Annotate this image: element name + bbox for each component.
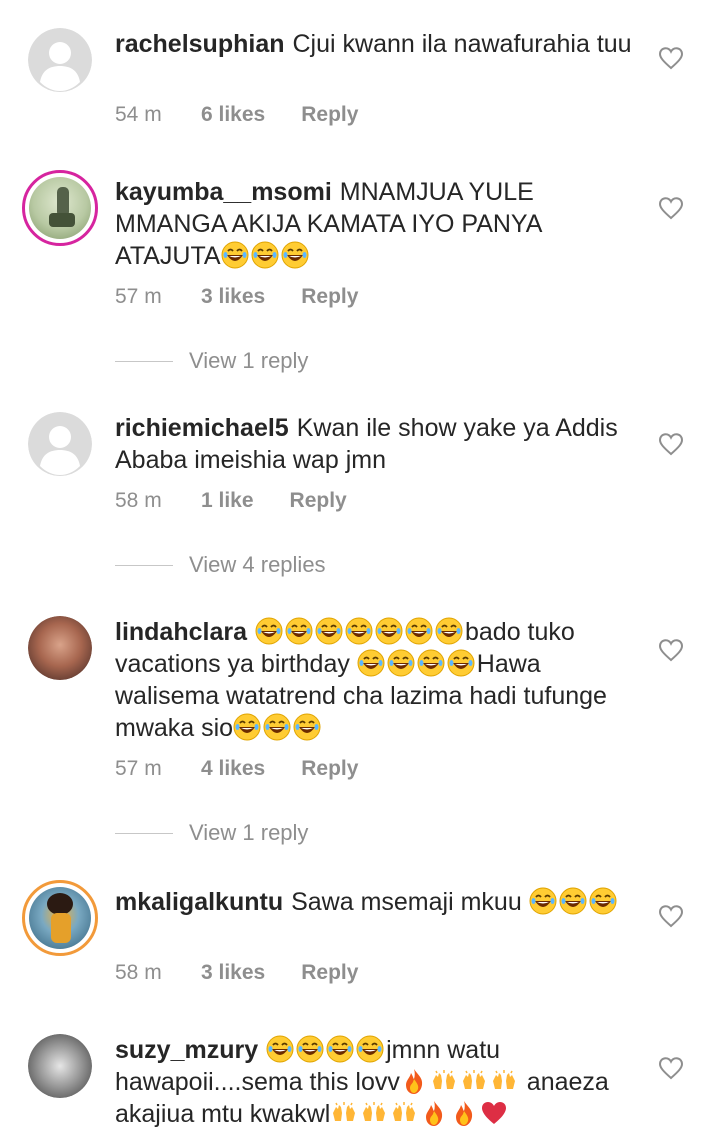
view-replies-label: View 1 reply xyxy=(189,348,309,373)
avatar[interactable] xyxy=(22,880,98,956)
comment-text: Cjui kwann ila nawafurahia tuu xyxy=(292,30,632,58)
like-heart-icon[interactable] xyxy=(658,196,684,220)
avatar-photo xyxy=(28,616,92,680)
comment-likes[interactable]: 3 likes xyxy=(201,285,265,309)
comment-username[interactable]: mkaligalkuntu xyxy=(115,888,283,916)
avatar[interactable] xyxy=(28,28,92,92)
laugh-emoji-icon xyxy=(293,713,321,741)
laugh-emoji-icon xyxy=(357,649,385,677)
laugh-emoji-icon xyxy=(559,887,587,915)
comment-body: richiemichael5 Kwan ile show yake ya Addi… xyxy=(115,412,635,476)
laugh-emoji-icon xyxy=(447,649,475,677)
reply-button[interactable]: Reply xyxy=(301,285,358,309)
laugh-emoji-icon xyxy=(281,241,309,269)
comment-time: 58 m xyxy=(115,489,162,512)
reply-button[interactable]: Reply xyxy=(301,103,358,127)
avatar[interactable] xyxy=(28,412,92,476)
fire-emoji-icon xyxy=(400,1067,428,1095)
reply-button[interactable]: Reply xyxy=(301,757,358,781)
laugh-emoji-icon xyxy=(255,617,283,645)
raising-hands-emoji-icon xyxy=(360,1099,388,1127)
default-avatar-icon xyxy=(28,28,92,92)
laugh-emoji-icon xyxy=(417,649,445,677)
raising-hands-emoji-icon xyxy=(460,1067,488,1095)
laugh-emoji-icon xyxy=(387,649,415,677)
like-heart-icon[interactable] xyxy=(658,432,684,456)
comment-username[interactable]: richiemichael5 xyxy=(115,414,289,442)
like-heart-icon[interactable] xyxy=(658,1056,684,1080)
fire-emoji-icon xyxy=(450,1099,478,1127)
fire-emoji-icon xyxy=(420,1099,448,1127)
laugh-emoji-icon xyxy=(529,887,557,915)
comment-text: Sawa msemaji mkuu xyxy=(291,888,529,916)
laugh-emoji-icon xyxy=(263,713,291,741)
comment-username[interactable]: suzy_mzury xyxy=(115,1036,258,1064)
avatar-photo xyxy=(29,177,91,239)
view-replies-label: View 4 replies xyxy=(189,552,326,577)
comment-time: 54 m xyxy=(115,103,162,126)
raising-hands-emoji-icon xyxy=(330,1099,358,1127)
comment-time: 57 m xyxy=(115,285,162,308)
comment-time: 58 m xyxy=(115,961,162,984)
comment-username[interactable]: rachelsuphian xyxy=(115,30,285,58)
red-heart-emoji-icon xyxy=(480,1099,508,1127)
view-replies-button[interactable]: View 1 reply xyxy=(115,348,308,374)
comment-body: lindahclara bado tuko vacations ya birthd… xyxy=(115,616,635,744)
comment-meta: 58 m 1 like Reply xyxy=(115,489,347,513)
laugh-emoji-icon xyxy=(221,241,249,269)
view-replies-button[interactable]: View 1 reply xyxy=(115,820,308,846)
divider-line xyxy=(115,360,173,362)
comment-username[interactable]: lindahclara xyxy=(115,618,247,646)
view-replies-label: View 1 reply xyxy=(189,820,309,845)
laugh-emoji-icon xyxy=(315,617,343,645)
comment-meta: 58 m 3 likes Reply xyxy=(115,961,358,985)
laugh-emoji-icon xyxy=(435,617,463,645)
avatar[interactable] xyxy=(28,616,92,680)
raising-hands-emoji-icon xyxy=(390,1099,418,1127)
default-avatar-icon xyxy=(28,412,92,476)
raising-hands-emoji-icon xyxy=(430,1067,458,1095)
view-replies-button[interactable]: View 4 replies xyxy=(115,552,326,578)
comment-body: suzy_mzury jmnn watu hawapoii....sema thi… xyxy=(115,1034,635,1130)
reply-button[interactable]: Reply xyxy=(290,489,347,513)
laugh-emoji-icon xyxy=(251,241,279,269)
comment-meta: 57 m 4 likes Reply xyxy=(115,757,358,781)
divider-line xyxy=(115,564,173,566)
raising-hands-emoji-icon xyxy=(490,1067,518,1095)
comment-likes[interactable]: 6 likes xyxy=(201,103,265,127)
reply-button[interactable]: Reply xyxy=(301,961,358,985)
like-heart-icon[interactable] xyxy=(658,638,684,662)
laugh-emoji-icon xyxy=(285,617,313,645)
avatar[interactable] xyxy=(22,170,98,246)
laugh-emoji-icon xyxy=(233,713,261,741)
laugh-emoji-icon xyxy=(345,617,373,645)
comment-username[interactable]: kayumba__msomi xyxy=(115,178,332,206)
comment-body: kayumba__msomi MNAMJUA YULE MMANGA AKIJA … xyxy=(115,176,635,272)
laugh-emoji-icon xyxy=(589,887,617,915)
laugh-emoji-icon xyxy=(405,617,433,645)
laugh-emoji-icon xyxy=(375,617,403,645)
avatar[interactable] xyxy=(28,1034,92,1098)
avatar-photo xyxy=(29,887,91,949)
avatar-photo xyxy=(28,1034,92,1098)
comment-likes[interactable]: 1 like xyxy=(201,489,254,513)
comment-meta: 57 m 3 likes Reply xyxy=(115,285,358,309)
laugh-emoji-icon xyxy=(266,1035,294,1063)
like-heart-icon[interactable] xyxy=(658,904,684,928)
laugh-emoji-icon xyxy=(356,1035,384,1063)
comment-body: mkaligalkuntu Sawa msemaji mkuu xyxy=(115,886,635,918)
comment-time: 57 m xyxy=(115,757,162,780)
laugh-emoji-icon xyxy=(296,1035,324,1063)
comment-body: rachelsuphian Cjui kwann ila nawafurahia … xyxy=(115,28,635,60)
divider-line xyxy=(115,832,173,834)
comment-likes[interactable]: 3 likes xyxy=(201,961,265,985)
laugh-emoji-icon xyxy=(326,1035,354,1063)
like-heart-icon[interactable] xyxy=(658,46,684,70)
comment-likes[interactable]: 4 likes xyxy=(201,757,265,781)
comment-meta: 54 m 6 likes Reply xyxy=(115,103,358,127)
